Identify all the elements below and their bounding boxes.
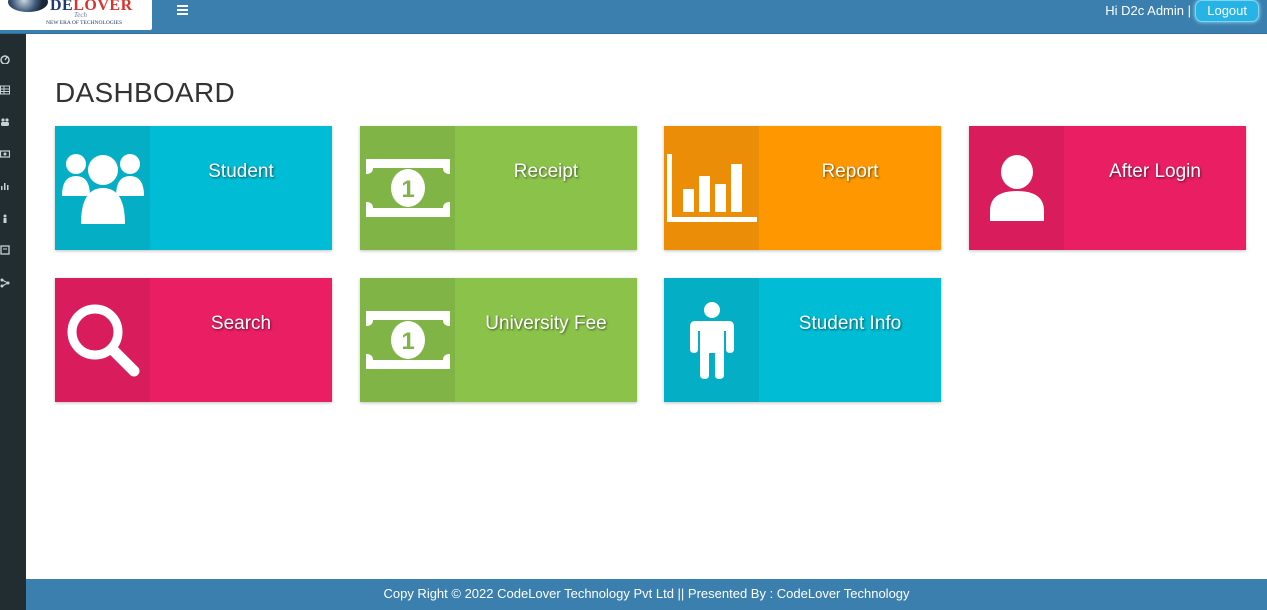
footer-text: Copy Right © 2022 CodeLover Technology P… [383, 586, 910, 601]
users-group-icon [61, 154, 144, 224]
tile-icon-box: 1 [360, 126, 455, 250]
book-icon[interactable] [0, 245, 10, 255]
tile-label: Student [208, 161, 274, 182]
main-content: DASHBOARD Student 1 Receipt Report After… [26, 34, 1267, 579]
tile-icon-box [664, 278, 759, 402]
bar-chart-icon [666, 154, 757, 222]
tile-search[interactable]: Search [55, 278, 332, 402]
tile-label: Search [210, 313, 272, 334]
users-icon[interactable] [0, 117, 10, 127]
logo-subtitle: NEW ERA OF TECHNOLOGIES [46, 20, 123, 26]
tile-report[interactable]: Report [664, 126, 941, 250]
user-greeting: Hi D2c Admin | [1105, 3, 1191, 18]
tile-label: Report [821, 161, 879, 182]
dashboard-icon[interactable] [0, 54, 10, 64]
sidebar-toggle-icon[interactable] [176, 3, 192, 17]
tile-after-login[interactable]: After Login [969, 126, 1246, 250]
user-icon [989, 155, 1044, 221]
tile-icon-box [664, 126, 759, 250]
money-bill-icon: 1 [365, 159, 450, 217]
page-title: DASHBOARD [55, 77, 236, 108]
money-bill-icon: 1 [365, 311, 450, 369]
tile-icon-box [969, 126, 1064, 250]
user-icon[interactable] [0, 213, 10, 223]
globe-logo-icon [8, 0, 48, 12]
tile-student[interactable]: Student [55, 126, 332, 250]
brand-logo[interactable]: DELOVER Tech NEW ERA OF TECHNOLOGIES [0, 0, 152, 30]
sidebar-footer [0, 579, 26, 610]
tile-label: University Fee [485, 313, 607, 334]
tile-university-fee[interactable]: 1 University Fee [360, 278, 637, 402]
tile-icon-box: 1 [360, 278, 455, 402]
logo-wordmark: DELOVER [50, 0, 133, 14]
logo-tagline: Tech [74, 11, 87, 19]
sitemap-icon[interactable] [0, 278, 10, 288]
top-header: DELOVER Tech NEW ERA OF TECHNOLOGIES Hi … [0, 0, 1267, 34]
tile-student-info[interactable]: Student Info [664, 278, 941, 402]
sidebar [0, 34, 26, 610]
table-icon[interactable] [0, 85, 10, 95]
tile-receipt[interactable]: 1 Receipt [360, 126, 637, 250]
footer: Copy Right © 2022 CodeLover Technology P… [26, 579, 1267, 610]
svg-text:1: 1 [401, 176, 414, 203]
svg-text:1: 1 [401, 328, 414, 355]
search-icon [67, 304, 139, 377]
tile-icon-box [55, 278, 150, 402]
tile-label: Student Info [798, 313, 902, 334]
tile-label: After Login [1109, 161, 1201, 182]
tile-icon-box [55, 126, 150, 250]
logout-button[interactable]: Logout [1195, 0, 1259, 22]
male-icon [689, 302, 734, 379]
bar-chart-icon[interactable] [0, 181, 10, 191]
tile-label: Receipt [513, 161, 579, 182]
money-icon[interactable] [0, 149, 10, 159]
